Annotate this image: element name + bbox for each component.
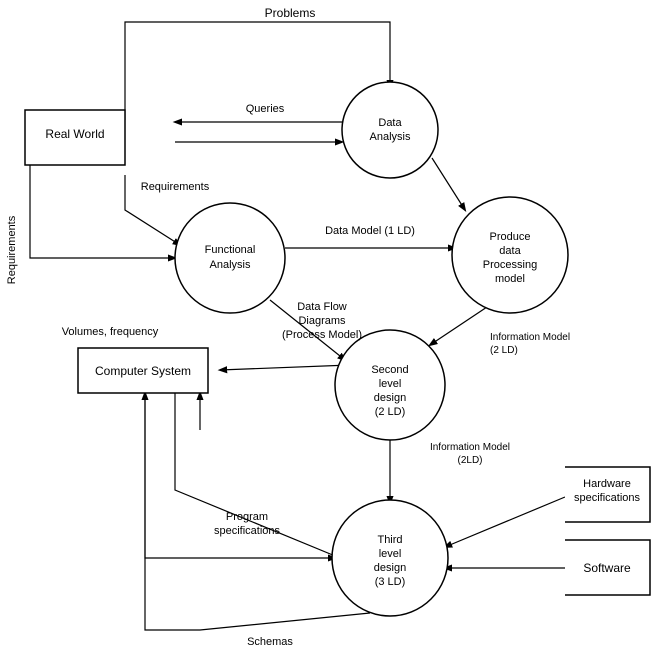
info-model-2-label: Information Model bbox=[430, 442, 510, 453]
svg-text:design: design bbox=[374, 392, 406, 404]
info-model-1-label: Information Model bbox=[490, 332, 570, 343]
second-level-label: Second bbox=[371, 364, 408, 376]
data-flow-label3: (Process Model) bbox=[282, 329, 362, 341]
svg-text:specifications: specifications bbox=[574, 492, 641, 504]
svg-text:Analysis: Analysis bbox=[210, 259, 251, 271]
svg-text:(2 LD): (2 LD) bbox=[375, 406, 406, 418]
data-flow-label2: Diagrams bbox=[298, 315, 346, 327]
schemas-label: Schemas bbox=[247, 636, 293, 648]
svg-text:data: data bbox=[499, 245, 521, 257]
svg-text:level: level bbox=[379, 378, 402, 390]
info-model-2-label2: (2LD) bbox=[457, 455, 482, 466]
data-model-label: Data Model (1 LD) bbox=[325, 225, 415, 237]
queries-label: Queries bbox=[246, 103, 285, 115]
svg-text:design: design bbox=[374, 562, 406, 574]
produce-data-label: Produce bbox=[490, 231, 531, 243]
real-world-label: Real World bbox=[45, 127, 104, 141]
requirements-middle-label: Requirements bbox=[141, 181, 210, 193]
third-level-label: Third bbox=[377, 534, 402, 546]
hardware-label: Hardware bbox=[583, 478, 631, 490]
program-spec-label: Program bbox=[226, 511, 268, 523]
data-analysis-label: Data bbox=[378, 117, 402, 129]
data-analysis-node bbox=[342, 82, 438, 178]
svg-text:Analysis: Analysis bbox=[370, 131, 411, 143]
software-label: Software bbox=[583, 561, 631, 575]
functional-analysis-node bbox=[175, 203, 285, 313]
info-model-1-label2: (2 LD) bbox=[490, 345, 518, 356]
svg-text:(3 LD): (3 LD) bbox=[375, 576, 406, 588]
svg-text:Processing: Processing bbox=[483, 259, 537, 271]
svg-text:level: level bbox=[379, 548, 402, 560]
requirements-left-label: Requirements bbox=[6, 215, 18, 284]
data-flow-label1: Data Flow bbox=[297, 301, 347, 313]
computer-system-label: Computer System bbox=[95, 364, 191, 378]
volumes-label: Volumes, frequency bbox=[62, 326, 159, 338]
functional-analysis-label: Functional bbox=[205, 244, 256, 256]
svg-text:model: model bbox=[495, 273, 525, 285]
problems-label: Problems bbox=[265, 6, 316, 20]
program-spec-label2: specifications bbox=[214, 525, 281, 537]
